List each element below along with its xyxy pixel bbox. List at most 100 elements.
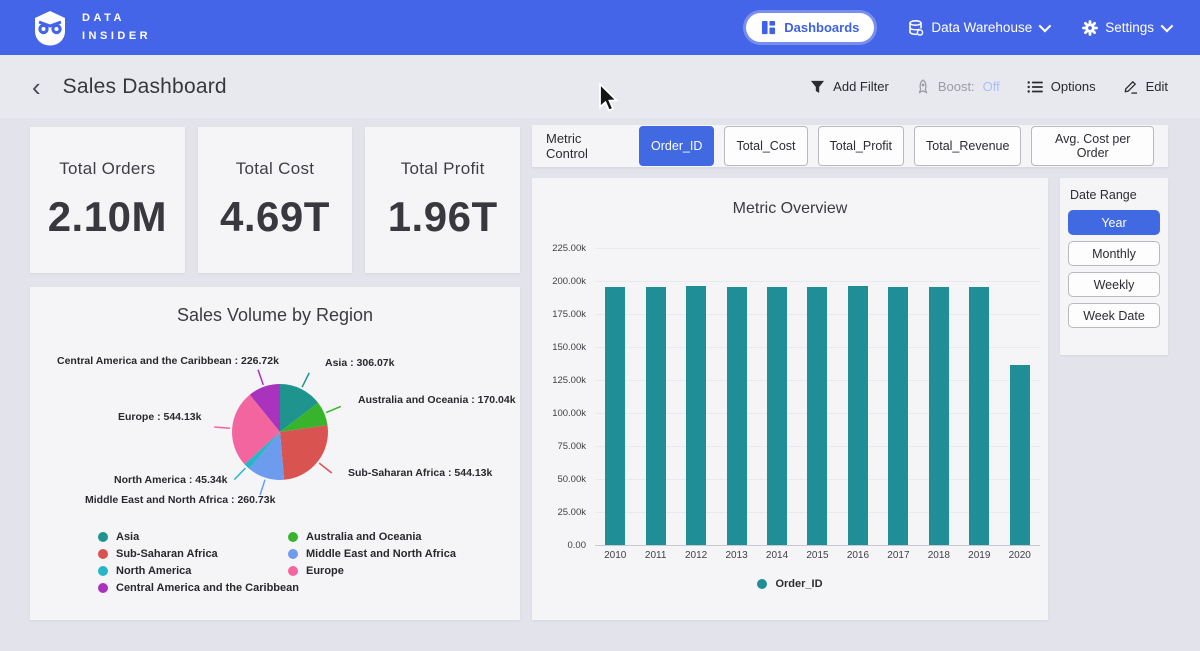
bar-2010[interactable] — [605, 287, 625, 545]
bar-slot — [716, 287, 756, 545]
bar-slot — [676, 286, 716, 545]
x-tick-label: 2016 — [838, 550, 878, 561]
settings-label: Settings — [1105, 20, 1154, 35]
metric-button-avg-cost-per-order[interactable]: Avg. Cost per Order — [1031, 126, 1154, 166]
kpi-value: 2.10M — [48, 193, 167, 241]
add-filter-button[interactable]: Add Filter — [810, 79, 889, 94]
app-window: DATA INSIDER Dashboards D — [0, 0, 1200, 651]
metric-button-total-revenue[interactable]: Total_Revenue — [914, 126, 1021, 166]
kpi-label: Total Profit — [401, 159, 485, 179]
legend-item-europe[interactable]: Europe — [288, 565, 456, 577]
x-axis-labels: 2010201120122013201420152016201720182019… — [595, 550, 1040, 561]
date-button-monthly[interactable]: Monthly — [1068, 241, 1160, 266]
bar-2016[interactable] — [848, 286, 868, 545]
pie-label-sub-saharan-africa: Sub-Saharan Africa : 544.13k — [348, 467, 492, 479]
bar-2011[interactable] — [646, 287, 666, 545]
date-button-weekly[interactable]: Weekly — [1068, 272, 1160, 297]
legend-item-central-america-and-the-caribbean[interactable]: Central America and the Caribbean — [98, 582, 299, 594]
x-tick-label: 2012 — [676, 550, 716, 561]
bar-slot — [635, 287, 675, 545]
pie-leader-line — [260, 480, 265, 495]
kpi-label: Total Cost — [236, 159, 315, 179]
legend-item-middle-east-and-north-africa[interactable]: Middle East and North Africa — [288, 548, 456, 560]
x-tick-label: 2011 — [635, 550, 675, 561]
legend-item-australia-and-oceania[interactable]: Australia and Oceania — [288, 531, 456, 543]
metric-overview-chart: Metric Overview 0.0025.00k50.00k75.00k10… — [532, 178, 1048, 620]
bar-2017[interactable] — [888, 287, 908, 545]
pie-leader-line — [319, 463, 332, 473]
legend-dot — [757, 579, 767, 589]
y-tick-label: 0.00 — [568, 540, 587, 551]
settings-menu[interactable]: Settings — [1082, 20, 1170, 36]
x-tick-label: 2019 — [959, 550, 999, 561]
gear-icon — [1082, 20, 1098, 36]
legend-label: Australia and Oceania — [306, 531, 422, 543]
metric-control-label: Metric Control — [546, 131, 625, 161]
list-icon — [1027, 80, 1043, 94]
x-tick-label: 2015 — [797, 550, 837, 561]
brand-line2: INSIDER — [82, 28, 151, 45]
toolbar: Add Filter Boost: Off — [810, 79, 1168, 94]
legend-dot — [98, 583, 108, 593]
rocket-icon — [916, 79, 930, 94]
dashboards-label: Dashboards — [784, 20, 859, 35]
bar-slot — [757, 287, 797, 545]
bars — [595, 248, 1040, 545]
bar-2019[interactable] — [969, 287, 989, 545]
x-tick-label: 2017 — [878, 550, 918, 561]
bar-2012[interactable] — [686, 286, 706, 545]
metric-control-bar: Metric Control Order_IDTotal_Cost Total_P… — [532, 125, 1168, 167]
bar-chart-legend[interactable]: Order_ID — [532, 578, 1048, 590]
pie-label-europe: Europe : 544.13k — [118, 411, 201, 423]
bar-slot — [959, 287, 999, 545]
kpi-value: 1.96T — [388, 193, 498, 241]
pie-leader-line — [326, 406, 341, 412]
boost-toggle[interactable]: Boost: Off — [916, 79, 1000, 94]
pie-label-middle-east-and-north-africa: Middle East and North Africa : 260.73k — [85, 494, 275, 506]
kpi-label: Total Orders — [59, 159, 155, 179]
gridline — [595, 545, 1040, 546]
bar-2020[interactable] — [1010, 365, 1030, 545]
date-button-year[interactable]: Year — [1068, 210, 1160, 235]
legend-dot — [98, 532, 108, 542]
kpi-row: Total Orders 2.10M Total Cost 4.69T Tota… — [30, 127, 520, 273]
pie-label-central-america-and-the-caribbean: Central America and the Caribbean : 226.… — [57, 355, 279, 367]
bar-2015[interactable] — [807, 287, 827, 545]
legend-item-asia[interactable]: Asia — [98, 531, 299, 543]
metric-button-order-id[interactable]: Order_ID — [639, 126, 714, 166]
legend-label: North America — [116, 565, 191, 577]
edit-button[interactable]: Edit — [1123, 79, 1168, 94]
date-range-label: Date Range — [1070, 188, 1160, 202]
y-tick-label: 150.00k — [552, 342, 586, 353]
pie-slice-sub-saharan-africa[interactable] — [280, 425, 328, 480]
options-label: Options — [1051, 79, 1096, 94]
mouse-cursor — [597, 83, 621, 113]
legend-item-sub-saharan-africa[interactable]: Sub-Saharan Africa — [98, 548, 299, 560]
y-tick-label: 50.00k — [557, 474, 586, 485]
y-tick-label: 225.00k — [552, 243, 586, 254]
metric-button-total-profit[interactable]: Total_Profit — [818, 126, 905, 166]
date-button-week-date[interactable]: Week Date — [1068, 303, 1160, 328]
brand-text: DATA INSIDER — [82, 10, 151, 44]
bar-2013[interactable] — [727, 287, 747, 545]
y-axis-labels: 0.0025.00k50.00k75.00k100.00k125.00k150.… — [532, 248, 586, 545]
legend-item-north-america[interactable]: North America — [98, 565, 299, 577]
metric-button-total-cost[interactable]: Total_Cost — [724, 126, 807, 166]
legend-dot — [288, 549, 298, 559]
options-button[interactable]: Options — [1027, 79, 1096, 94]
pencil-icon — [1123, 79, 1138, 94]
data-warehouse-menu[interactable]: Data Warehouse — [908, 20, 1048, 36]
legend-dot — [98, 566, 108, 576]
dashboards-button[interactable]: Dashboards — [746, 13, 874, 42]
chart-title: Metric Overview — [532, 178, 1048, 218]
legend-dot — [288, 532, 298, 542]
bar-slot — [797, 287, 837, 545]
kpi-total-cost: Total Cost 4.69T — [198, 127, 353, 273]
pie-leader-line — [258, 370, 263, 385]
y-tick-label: 25.00k — [557, 507, 586, 518]
bar-2018[interactable] — [929, 287, 949, 545]
x-tick-label: 2014 — [757, 550, 797, 561]
back-button[interactable]: ‹ — [32, 74, 41, 100]
top-navbar: DATA INSIDER Dashboards D — [0, 0, 1200, 55]
bar-2014[interactable] — [767, 287, 787, 545]
